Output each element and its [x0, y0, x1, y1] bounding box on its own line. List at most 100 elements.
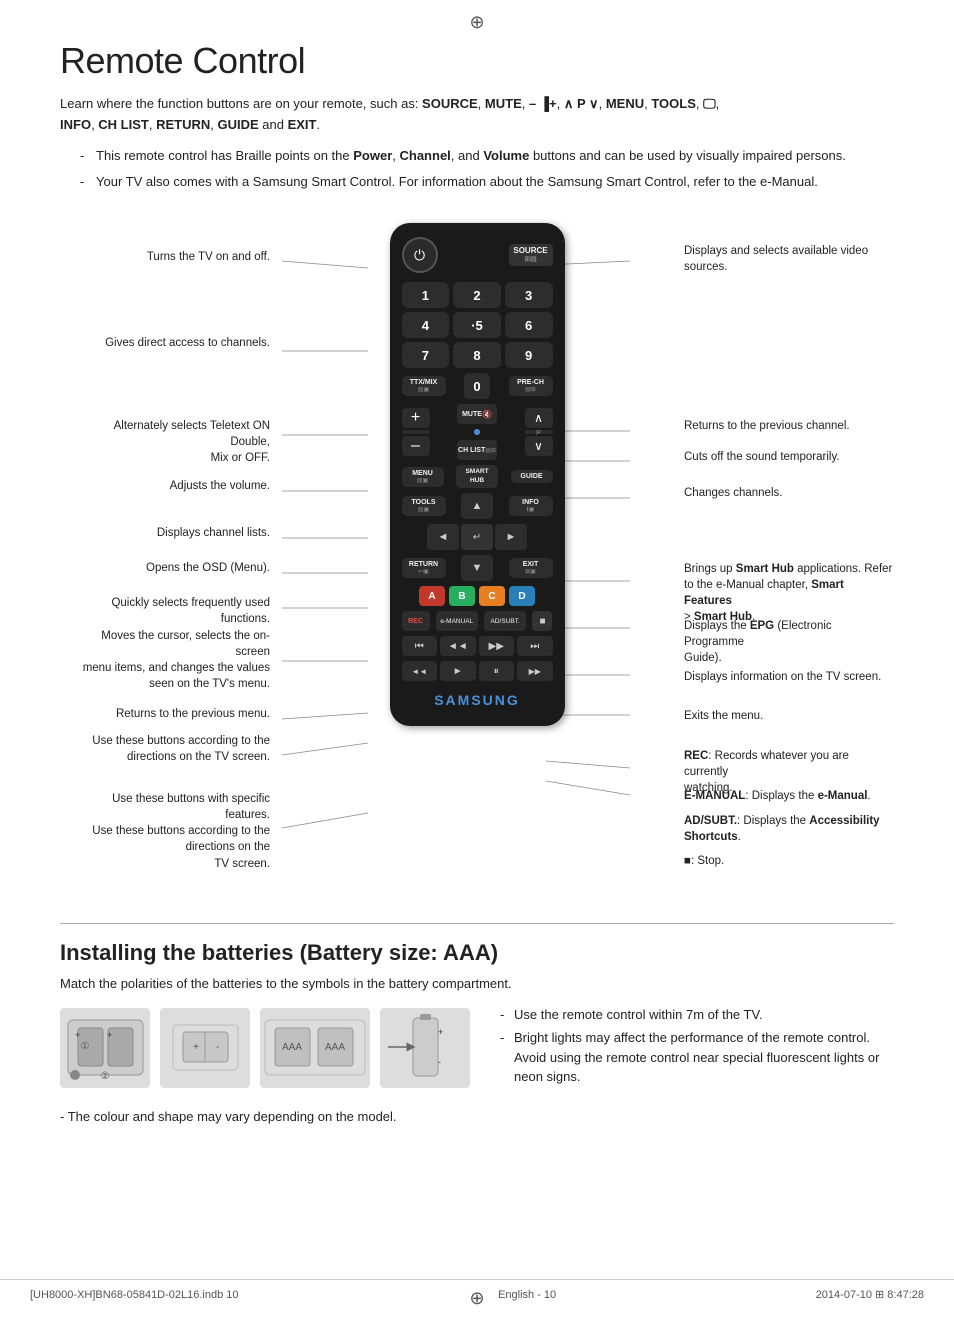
- ann-menu: Opens the OSD (Menu).: [90, 560, 270, 576]
- transport-rewind[interactable]: ◄◄: [440, 636, 476, 656]
- dpad-enter-button[interactable]: ↵: [461, 524, 493, 550]
- emanual-button[interactable]: e-MANUAL: [436, 611, 478, 631]
- num-btn-5[interactable]: ·5: [453, 312, 501, 338]
- separator: [60, 923, 894, 924]
- tools-button[interactable]: TOOLS ▤▣: [402, 496, 446, 516]
- samsung-logo: SAMSUNG: [434, 692, 520, 708]
- transport-ff[interactable]: ▶▶: [479, 636, 515, 656]
- ann-mute: Cuts off the sound temporarily.: [684, 449, 884, 465]
- exit-button[interactable]: EXIT ⊠▣: [509, 558, 553, 578]
- btn-b[interactable]: B: [449, 586, 475, 606]
- svg-text:②: ②: [100, 1071, 109, 1082]
- num-btn-3[interactable]: 3: [505, 282, 553, 308]
- num-btn-2[interactable]: 2: [453, 282, 501, 308]
- mute-button[interactable]: MUTE 🔇: [457, 404, 497, 424]
- page: ⊕ Remote Control Learn where the functio…: [0, 0, 954, 1321]
- btn-c[interactable]: C: [479, 586, 505, 606]
- ann-turns-tv: Turns the TV on and off.: [90, 249, 270, 265]
- svg-text:①: ①: [80, 1041, 89, 1052]
- battery-section-title: Installing the batteries (Battery size: …: [60, 940, 894, 966]
- ttx-button[interactable]: TTX/MIX ▤▣: [402, 376, 446, 396]
- footer-right: 2014-07-10 ⊞ 8:47:28: [816, 1288, 924, 1301]
- source-icons: ⊞▤: [524, 256, 536, 264]
- source-label: SOURCE: [513, 246, 547, 256]
- transport-row-1: ⏮ ◄◄ ▶▶ ⏭: [402, 636, 553, 656]
- guide-button[interactable]: GUIDE: [511, 470, 553, 483]
- btn-d[interactable]: D: [509, 586, 535, 606]
- battery-note: The colour and shape may vary depending …: [60, 1107, 894, 1127]
- ann-emanual: E-MANUAL: Displays the e-Manual.: [684, 788, 894, 804]
- vol-down-button[interactable]: –: [402, 436, 430, 456]
- transport-back[interactable]: ◄◄: [402, 661, 438, 681]
- intro-bullets: This remote control has Braille points o…: [80, 146, 894, 194]
- battery-tips-col: Use the remote control within 7m of the …: [490, 1005, 894, 1091]
- remote-top-row: ⏻ SOURCE ⊞▤: [402, 237, 553, 273]
- dpad-right-button[interactable]: ►: [495, 524, 527, 550]
- ann-ch: Changes channels.: [684, 485, 884, 501]
- rec-row: REC e-MANUAL AD/SUBT. ■: [402, 611, 553, 631]
- vol-up-button[interactable]: +: [402, 408, 430, 428]
- footer-left: [UH8000-XH]BN68-05841D-02L16.indb 10: [30, 1289, 239, 1301]
- dpad-up-button[interactable]: ▲: [461, 493, 493, 519]
- return-button[interactable]: RETURN ↩▣: [402, 558, 446, 578]
- menu-row: MENU ▤▣ SMARTHUB GUIDE: [402, 465, 553, 488]
- rec-button[interactable]: REC: [402, 611, 430, 631]
- abcd-row: A B C D: [402, 586, 553, 606]
- ann-channels: Gives direct access to channels.: [90, 335, 270, 351]
- svg-text:+: +: [193, 1042, 199, 1053]
- source-button[interactable]: SOURCE ⊞▤: [509, 244, 553, 266]
- transport-fwd[interactable]: ▶▶: [517, 661, 553, 681]
- power-button[interactable]: ⏻: [402, 237, 438, 273]
- remote-diagram: Turns the TV on and off. Gives direct ac…: [60, 213, 894, 893]
- dpad-left-button[interactable]: ◄: [427, 524, 459, 550]
- info-button[interactable]: INFO ℹ▣: [509, 496, 553, 516]
- svg-text:+: +: [438, 1027, 443, 1037]
- ann-return: Returns to the previous menu.: [90, 706, 270, 722]
- ch-down-button[interactable]: ∨: [525, 436, 553, 456]
- remote-control: ⏻ SOURCE ⊞▤ 1 2 3 4 ·5 6 7: [390, 223, 565, 726]
- transport-skip-next[interactable]: ⏭: [517, 636, 553, 656]
- ann-chlist: Displays channel lists.: [90, 525, 270, 541]
- battery-img-4: + -: [380, 1008, 470, 1088]
- dpad-down-button[interactable]: ▼: [461, 555, 493, 581]
- transport-play[interactable]: ►: [440, 661, 476, 681]
- num-btn-7[interactable]: 7: [402, 342, 450, 368]
- svg-text:-: -: [438, 1057, 441, 1067]
- num-btn-4[interactable]: 4: [402, 312, 450, 338]
- battery-img-1: ① ② + +: [60, 1008, 150, 1088]
- num-btn-0[interactable]: 0: [464, 373, 490, 399]
- btn-a[interactable]: A: [419, 586, 445, 606]
- ann-smarthub: Brings up Smart Hub applications. Refert…: [684, 561, 894, 625]
- volume-col: + –: [402, 408, 430, 456]
- num-btn-1[interactable]: 1: [402, 282, 450, 308]
- battery-img-2: + -: [160, 1008, 250, 1088]
- svg-text:AAA: AAA: [282, 1042, 302, 1053]
- transport-skip-prev[interactable]: ⏮: [402, 636, 438, 656]
- battery-tip-1: Use the remote control within 7m of the …: [500, 1005, 894, 1025]
- battery-images: ① ② + + + -: [60, 1005, 470, 1091]
- ann-tools: Quickly selects frequently used function…: [90, 595, 270, 627]
- intro-paragraph: Learn where the function buttons are on …: [60, 94, 894, 136]
- battery-section: ① ② + + + -: [60, 1005, 894, 1091]
- menu-button[interactable]: MENU ▤▣: [402, 467, 444, 487]
- num-btn-6[interactable]: 6: [505, 312, 553, 338]
- ann-volume: Adjusts the volume.: [90, 478, 270, 494]
- ann-stop: ■: Stop.: [684, 853, 894, 869]
- dpad-middle-row: ◄ ↵ ►: [427, 524, 527, 550]
- ann-prech: Returns to the previous channel.: [684, 418, 884, 434]
- ch-up-button[interactable]: ∧: [525, 408, 553, 428]
- num-btn-8[interactable]: 8: [453, 342, 501, 368]
- mute-block: MUTE 🔇 CH LIST ▤⊞: [457, 404, 497, 460]
- chlist-button[interactable]: CH LIST ▤⊞: [457, 440, 497, 460]
- prech-button[interactable]: PRE-CH ▤⊞: [509, 376, 553, 396]
- return-exit-row: RETURN ↩▣ ▼ EXIT ⊠▣: [402, 555, 553, 581]
- num-btn-9[interactable]: 9: [505, 342, 553, 368]
- svg-text:AAA: AAA: [325, 1042, 345, 1053]
- bullet-1: This remote control has Braille points o…: [80, 146, 894, 167]
- ann-dpad: Moves the cursor, selects the on-screenm…: [70, 628, 270, 692]
- ttx-row: TTX/MIX ▤▣ 0 PRE-CH ▤⊞: [402, 373, 553, 399]
- stop-button[interactable]: ■: [532, 611, 552, 631]
- smarthub-button[interactable]: SMARTHUB: [456, 465, 498, 488]
- adsubt-button[interactable]: AD/SUBT.: [484, 611, 526, 631]
- transport-pause[interactable]: ⏸: [479, 661, 515, 681]
